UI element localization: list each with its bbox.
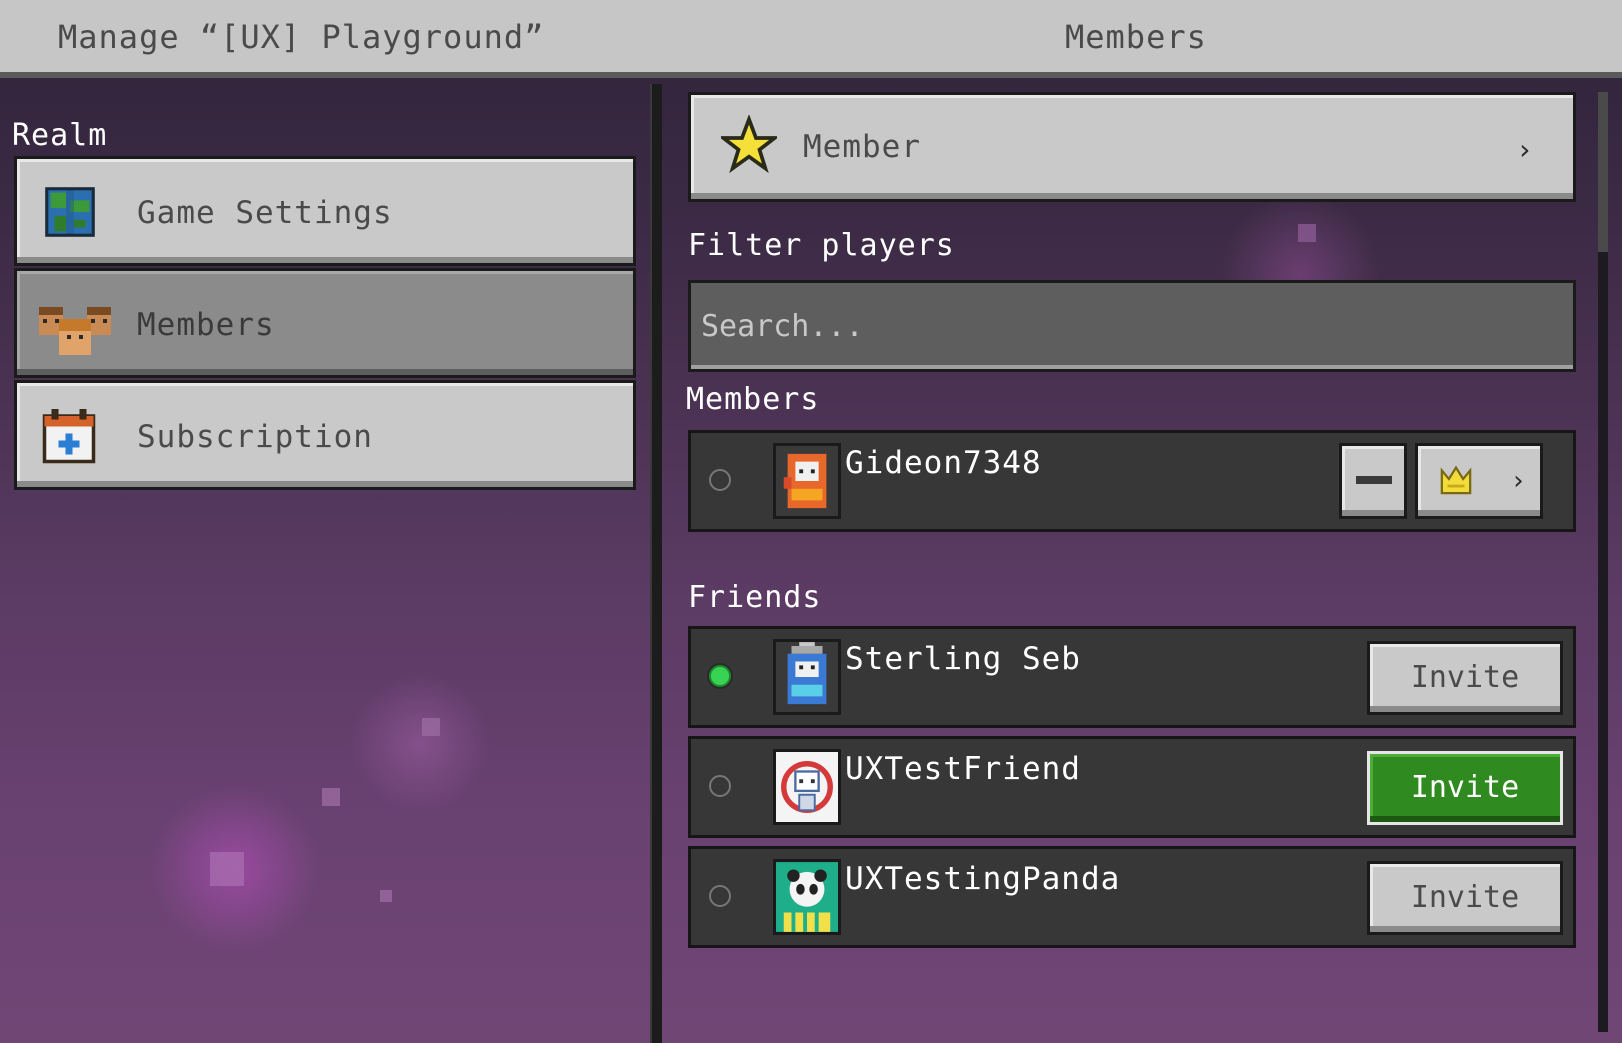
sidebar: Realm Game Settings Members Subscription [0, 84, 650, 1043]
member-row[interactable]: Gideon7348 › [688, 430, 1576, 532]
invite-button[interactable]: Invite [1367, 751, 1563, 825]
invite-button[interactable]: Invite [1367, 641, 1563, 715]
remove-member-button[interactable] [1339, 443, 1407, 519]
robot-avatar [773, 749, 841, 825]
player-name: Sterling Seb [845, 641, 1081, 677]
invite-button[interactable]: Invite [1367, 861, 1563, 935]
online-status-indicator [709, 469, 731, 491]
realm-title: Manage “[UX] Playground” [58, 18, 545, 56]
crown-icon [1440, 465, 1472, 495]
friend-row[interactable]: Sterling Seb Invite [688, 626, 1576, 728]
calendar-plus-icon [42, 409, 96, 464]
sidebar-item-members[interactable]: Members [14, 268, 636, 378]
online-status-indicator [709, 775, 731, 797]
background-particle [380, 890, 392, 902]
background-particle [1298, 224, 1316, 242]
sidebar-item-label: Game Settings [137, 195, 393, 231]
filter-label: Filter players [688, 228, 955, 263]
player-name: UXTestFriend [845, 751, 1081, 787]
sidebar-item-game-settings[interactable]: Game Settings [14, 156, 636, 266]
background-glow [350, 674, 490, 814]
chevron-right-icon: › [1510, 466, 1526, 496]
minus-icon [1356, 476, 1392, 484]
sidebar-item-label: Subscription [137, 419, 373, 455]
player-name: UXTestingPanda [845, 861, 1121, 897]
search-input[interactable] [688, 280, 1576, 372]
page-title: Members [1065, 18, 1207, 56]
main-panel: Member › Filter players Members Gideon73… [660, 84, 1622, 1043]
panda-avatar [773, 859, 841, 935]
arcade-avatar-orange [773, 443, 841, 519]
avatar-image [776, 446, 838, 516]
member-role-button[interactable]: › [1415, 443, 1543, 519]
chevron-right-icon: › [1516, 133, 1533, 166]
friend-row[interactable]: UXTestingPanda Invite [688, 846, 1576, 948]
star-icon [721, 115, 777, 174]
background-particle [322, 788, 340, 806]
sidebar-item-subscription[interactable]: Subscription [14, 380, 636, 490]
members-icon [39, 307, 111, 355]
role-selector-label: Member [803, 129, 921, 165]
realm-section-label: Realm [12, 118, 108, 153]
friends-section-label: Friends [688, 580, 822, 615]
player-name: Gideon7348 [845, 445, 1042, 481]
online-status-indicator [709, 885, 731, 907]
sidebar-item-label: Members [137, 307, 275, 343]
online-status-indicator [709, 665, 731, 687]
avatar-image [776, 862, 838, 932]
globe-icon [45, 187, 95, 237]
title-bar: Manage “[UX] Playground” Members [0, 0, 1622, 78]
scrollbar-thumb[interactable] [1598, 92, 1608, 252]
avatar-image [776, 642, 838, 712]
friend-row[interactable]: UXTestFriend Invite [688, 736, 1576, 838]
avatar-image [776, 752, 838, 822]
members-section-label: Members [686, 382, 820, 417]
role-selector-button[interactable]: Member › [688, 92, 1576, 202]
background-particle [422, 718, 440, 736]
arcade-avatar-blue [773, 639, 841, 715]
background-particle [210, 852, 244, 886]
